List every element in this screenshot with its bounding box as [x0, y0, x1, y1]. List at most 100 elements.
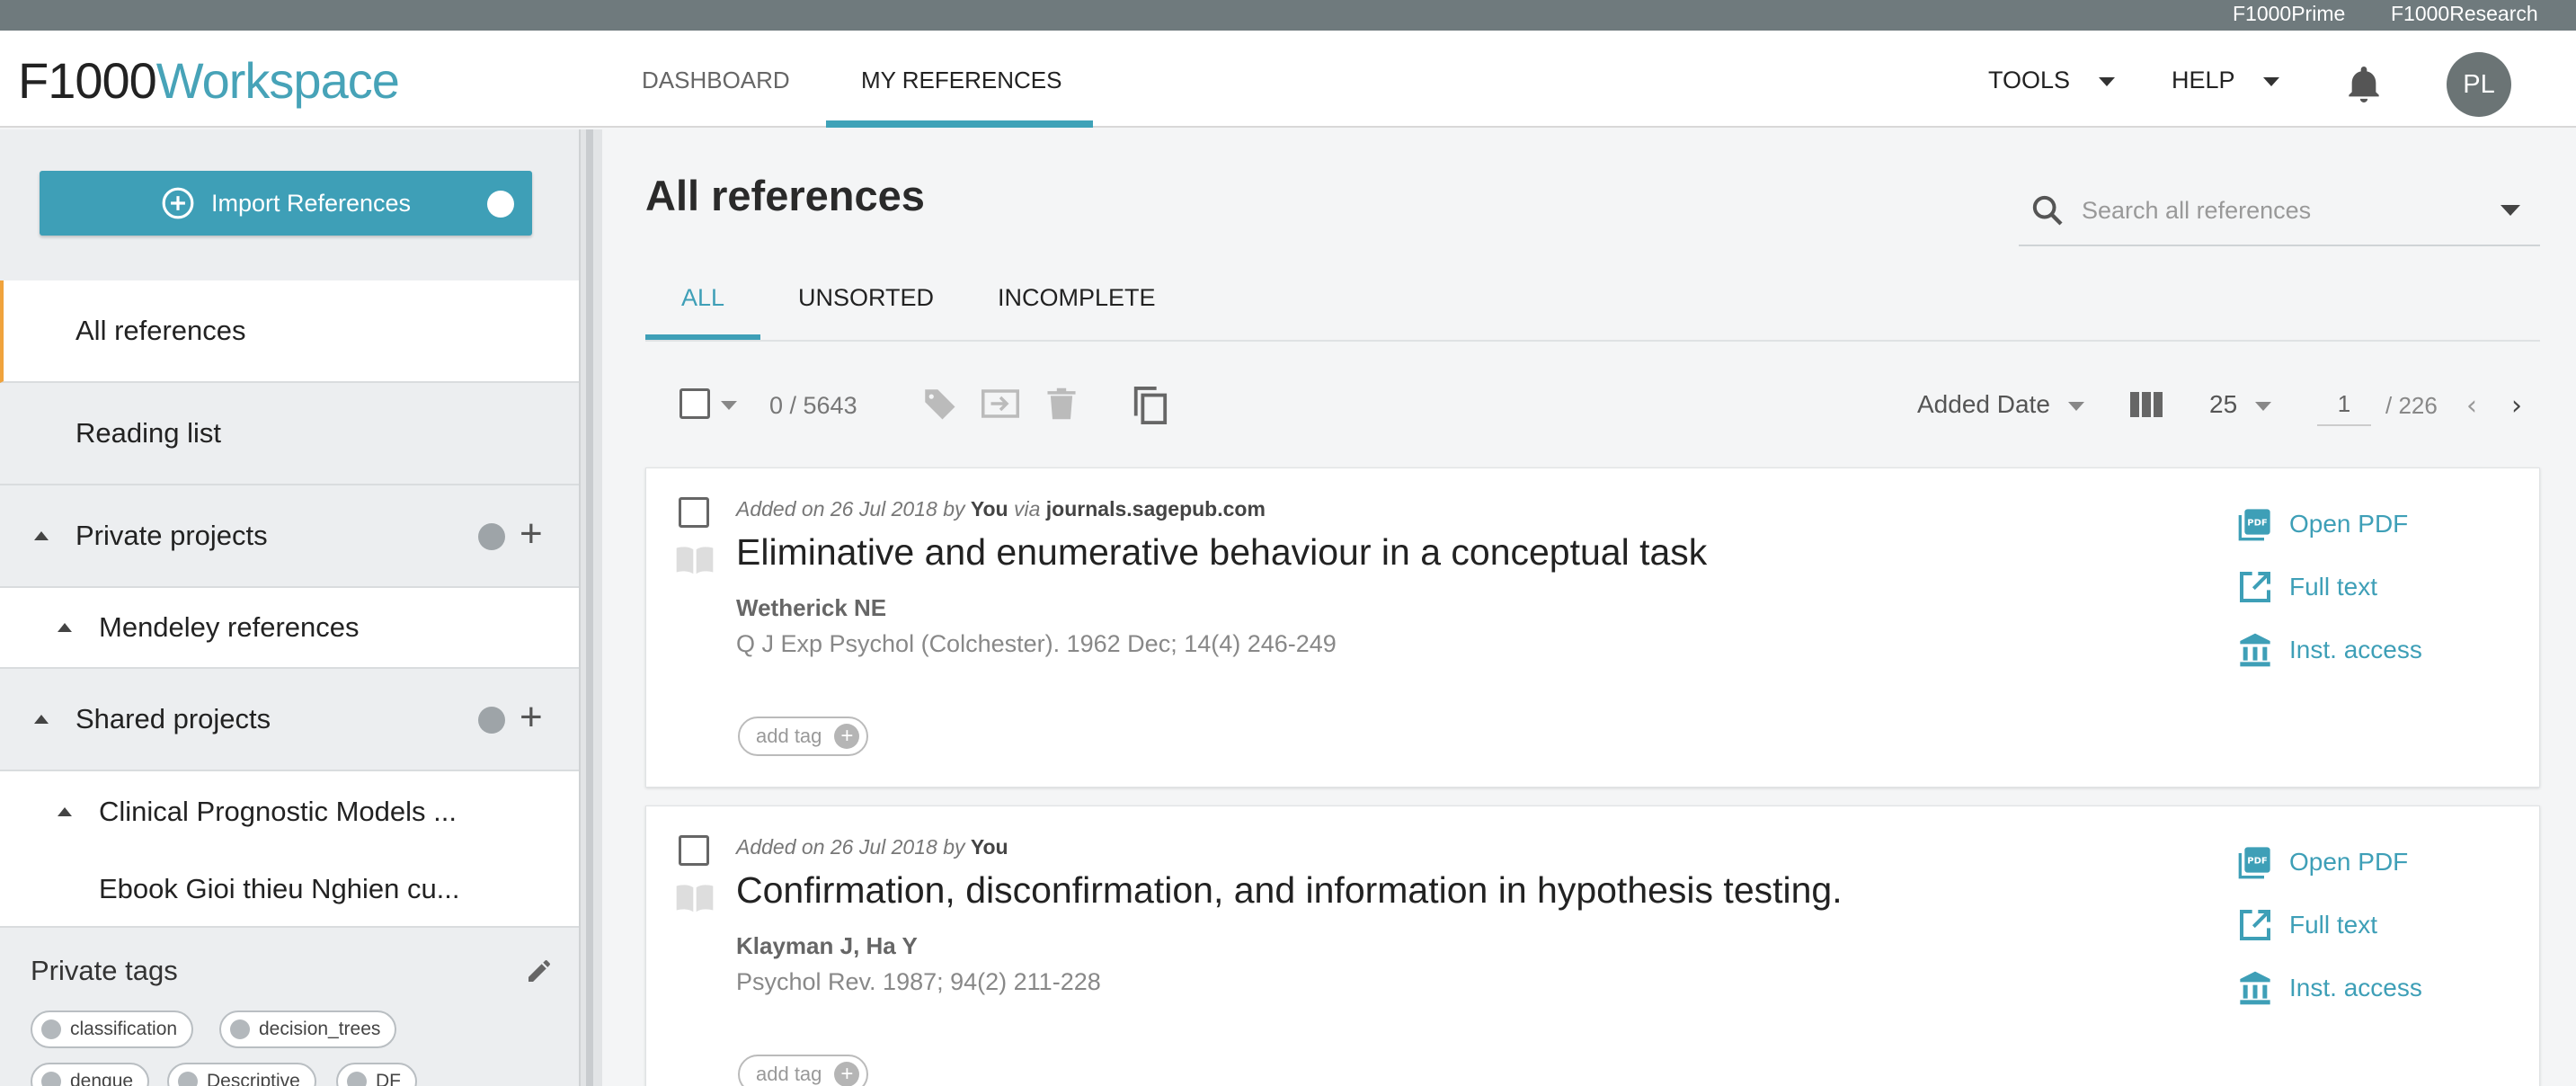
reference-journal: Q J Exp Psychol (Colchester). 1962 Dec; …	[736, 630, 1337, 657]
search-options-caret-icon[interactable]	[2500, 205, 2520, 216]
pencil-icon[interactable]	[525, 957, 554, 990]
tag-dot	[347, 1072, 367, 1086]
book-icon[interactable]	[675, 882, 715, 919]
search-box[interactable]	[2019, 180, 2540, 246]
full-text-link[interactable]: Full text	[2237, 907, 2377, 943]
open-pdf-label: Open PDF	[2289, 510, 2409, 538]
sidebar-item-mendeley[interactable]: Mendeley references	[0, 588, 579, 669]
open-pdf-link[interactable]: PDF Open PDF	[2237, 844, 2408, 880]
reference-title[interactable]: Eliminative and enumerative behaviour in…	[736, 531, 1707, 574]
open-pdf-label: Open PDF	[2289, 848, 2409, 876]
svg-text:PDF: PDF	[2247, 857, 2267, 867]
search-icon	[2030, 192, 2065, 233]
sidebar-section-private-projects[interactable]: Private projects +	[0, 485, 579, 588]
nav-dashboard[interactable]: DASHBOARD	[642, 67, 790, 94]
sidebar-item-ebook[interactable]: Ebook Gioi thieu Nghien cu...	[0, 852, 579, 928]
tag-chip[interactable]: decision_trees	[219, 1010, 397, 1048]
chevron-down-icon	[2262, 76, 2279, 86]
reference-card[interactable]: Added on 26 Jul 2018 by You Confirmation…	[645, 806, 2540, 1086]
add-private-project-icon[interactable]: +	[520, 514, 543, 554]
logo[interactable]: F1000Workspace	[18, 56, 400, 106]
import-toggle-dot[interactable]	[487, 191, 514, 218]
shared-projects-indicator	[478, 707, 505, 734]
reference-checkbox[interactable]	[679, 835, 709, 866]
chevron-left-icon[interactable]: ‹	[2466, 390, 2477, 422]
tools-menu[interactable]: TOOLS	[1988, 67, 2115, 94]
add-shared-project-icon[interactable]: +	[520, 698, 543, 737]
reference-title[interactable]: Confirmation, disconfirmation, and infor…	[736, 869, 1843, 912]
per-page-dropdown[interactable]: 25	[2209, 390, 2271, 419]
select-all-checkbox[interactable]	[680, 388, 710, 419]
sidebar-item-reading-list[interactable]: Reading list	[0, 383, 579, 485]
search-input[interactable]	[2082, 192, 2459, 228]
sidebar-item-label: Ebook Gioi thieu Nghien cu...	[99, 873, 460, 904]
svg-text:PDF: PDF	[2247, 519, 2267, 529]
avatar[interactable]: PL	[2447, 52, 2511, 117]
select-options-caret-icon[interactable]	[721, 401, 737, 410]
columns-view-icon[interactable]	[2130, 392, 2163, 422]
tag-dot	[41, 1072, 61, 1086]
chevron-down-icon	[2098, 76, 2115, 86]
add-tag-label: add tag	[756, 1063, 822, 1085]
tag-chip[interactable]: Descriptive	[167, 1063, 316, 1086]
inst-access-label: Inst. access	[2289, 636, 2422, 663]
add-tag-label: add tag	[756, 725, 822, 747]
trash-icon[interactable]	[1044, 385, 1079, 427]
reference-card[interactable]: Added on 26 Jul 2018 by You via journals…	[645, 467, 2540, 788]
added-by: You	[970, 835, 1008, 859]
tools-label: TOOLS	[1988, 67, 2071, 93]
tab-unsorted[interactable]: UNSORTED	[798, 284, 934, 312]
collapse-triangle-icon[interactable]	[34, 715, 49, 724]
tag-icon[interactable]	[920, 385, 958, 427]
page-number-input[interactable]	[2317, 383, 2371, 426]
bell-icon[interactable]	[2346, 65, 2382, 109]
tab-all[interactable]: ALL	[681, 284, 724, 312]
sort-label: Added Date	[1917, 390, 2050, 418]
sidebar-item-label: Reading list	[76, 417, 221, 449]
institution-icon	[2240, 633, 2270, 667]
sidebar-item-all-references[interactable]: All references	[0, 280, 579, 383]
sort-dropdown[interactable]: Added Date	[1917, 390, 2084, 419]
add-tag-button[interactable]: add tag +	[738, 1055, 869, 1086]
reference-authors: Klayman J, Ha Y	[736, 932, 918, 959]
resize-grip	[586, 129, 593, 1086]
reference-toolbar: 0 / 5643 Added Date 25 / 226 ‹ ›	[645, 369, 2540, 441]
tag-label: Descriptive	[207, 1071, 300, 1086]
add-tag-button[interactable]: add tag +	[738, 717, 869, 756]
inst-access-link[interactable]: Inst. access	[2237, 632, 2422, 668]
nav-my-references[interactable]: MY REFERENCES	[861, 67, 1061, 94]
tag-chip[interactable]: dengue	[31, 1063, 150, 1086]
book-icon[interactable]	[675, 544, 715, 581]
collapse-triangle-icon[interactable]	[58, 623, 72, 632]
reference-source: journals.sagepub.com	[1045, 497, 1266, 521]
collapse-triangle-icon[interactable]	[34, 531, 49, 540]
chevron-down-icon	[2067, 401, 2084, 411]
f1000research-link[interactable]: F1000Research	[2391, 2, 2538, 26]
added-prefix: Added on 26 Jul 2018 by	[736, 835, 965, 859]
pdf-icon: PDF	[2238, 509, 2270, 541]
help-menu[interactable]: HELP	[2172, 67, 2279, 94]
collapse-triangle-icon[interactable]	[58, 807, 72, 816]
chevron-right-icon[interactable]: ›	[2511, 390, 2522, 422]
add-circle-icon	[162, 187, 194, 219]
import-references-button[interactable]: Import References	[40, 171, 532, 236]
sidebar-item-clinical[interactable]: Clinical Prognostic Models ...	[0, 771, 579, 852]
plus-icon: +	[834, 1062, 860, 1086]
full-text-label: Full text	[2289, 911, 2378, 939]
move-to-icon[interactable]	[980, 385, 1021, 427]
tag-chip[interactable]: classification	[31, 1010, 194, 1048]
reference-checkbox[interactable]	[679, 497, 709, 528]
external-link-icon	[2240, 572, 2270, 602]
sidebar-resize-handle[interactable]	[579, 129, 602, 1086]
institution-icon	[2240, 971, 2270, 1005]
sidebar-section-shared-projects[interactable]: Shared projects +	[0, 669, 579, 771]
copy-icon[interactable]	[1131, 385, 1168, 431]
full-text-link[interactable]: Full text	[2237, 569, 2377, 605]
tag-chip[interactable]: DF	[336, 1063, 417, 1086]
f1000prime-link[interactable]: F1000Prime	[2233, 2, 2345, 26]
reference-added-info: Added on 26 Jul 2018 by You	[736, 835, 1008, 859]
inst-access-link[interactable]: Inst. access	[2237, 970, 2422, 1006]
tab-incomplete[interactable]: INCOMPLETE	[998, 284, 1156, 312]
tag-dot	[178, 1072, 198, 1086]
open-pdf-link[interactable]: PDF Open PDF	[2237, 506, 2408, 542]
